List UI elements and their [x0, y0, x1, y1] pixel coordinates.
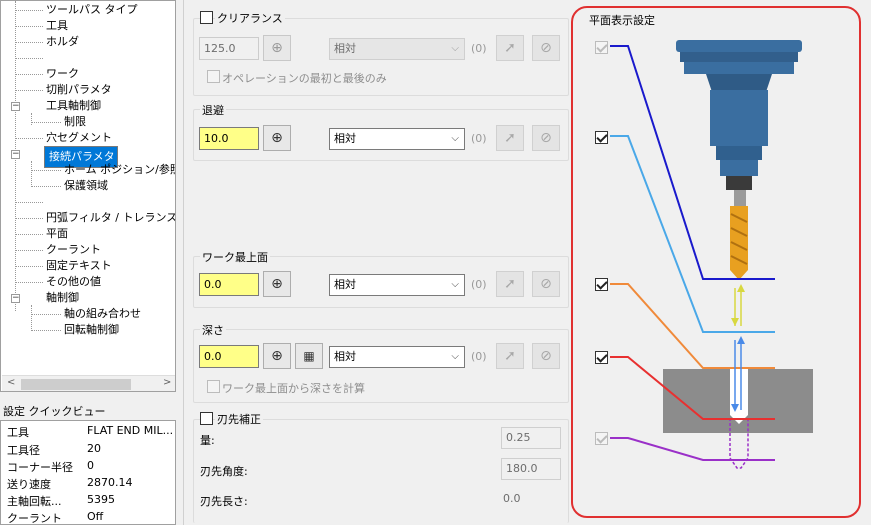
tip-plane-line — [610, 437, 775, 461]
top-of-stock-plane-line — [610, 283, 775, 369]
rapid-down-arrow — [731, 318, 739, 326]
holder-body — [710, 90, 768, 146]
feed-up-arrow — [737, 336, 745, 344]
rapid-up-arrow — [737, 284, 745, 292]
plane-diagram — [610, 40, 813, 469]
drilled-hole — [730, 369, 748, 415]
holder-flange — [676, 40, 802, 52]
collet — [726, 176, 752, 190]
